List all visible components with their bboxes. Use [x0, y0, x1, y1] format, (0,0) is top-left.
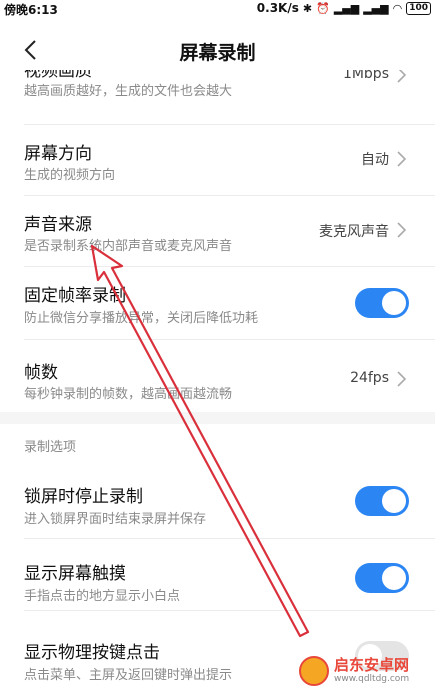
chevron-right-icon: [397, 151, 407, 167]
watermark: 启东安卓网 www.qdltdg.com: [299, 653, 429, 689]
lock-stop-toggle[interactable]: [355, 486, 409, 516]
chevron-right-icon: [397, 222, 407, 238]
fixed-fps-toggle[interactable]: [355, 288, 409, 318]
watermark-text: 启东安卓网 www.qdltdg.com: [334, 657, 409, 685]
toggle-knob: [382, 489, 406, 513]
signal-icon-2: ▂▄▆: [363, 1, 389, 15]
setting-title: 显示屏幕触摸: [24, 564, 126, 584]
setting-title: 固定帧率录制: [24, 286, 126, 306]
watermark-name: 启东安卓网: [334, 656, 410, 674]
status-icons: 0.3K/s ✱ ⏰ ▂▄▆ ▂▄▆ ◠ 100: [257, 1, 431, 15]
settings-list[interactable]: 视频画质 越高画质越好，生成的文件也会越大 1Mbps 屏幕方向 生成的视频方向…: [0, 70, 435, 695]
status-bar: 傍晚6:13 0.3K/s ✱ ⏰ ▂▄▆ ▂▄▆ ◠ 100: [0, 0, 435, 18]
setting-title: 声音来源: [24, 215, 92, 235]
setting-subtitle: 是否录制系统内部声音或麦克风声音: [24, 239, 233, 254]
signal-icon: ▂▄▆: [333, 1, 360, 15]
setting-subtitle: 手指点击的地方显示小白点: [24, 589, 181, 604]
setting-lock-stop[interactable]: 锁屏时停止录制 进入锁屏界面时结束录屏并保存: [0, 468, 435, 538]
setting-fps[interactable]: 帧数 每秒钟录制的帧数，越高画面越流畅 24fps: [0, 340, 435, 412]
network-speed: 0.3K/s: [256, 1, 299, 15]
setting-title: 锁屏时停止录制: [24, 487, 143, 507]
setting-title: 显示物理按键点击: [24, 643, 160, 663]
alarm-icon: ⏰: [316, 1, 330, 15]
show-touches-toggle[interactable]: [355, 563, 409, 593]
setting-value: 24fps: [350, 370, 389, 386]
setting-fixed-fps[interactable]: 固定帧率录制 防止微信分享播放异常，关闭后降低功耗: [0, 267, 435, 339]
status-time: 傍晚6:13: [4, 3, 58, 17]
setting-subtitle: 越高画质越好，生成的文件也会越大: [24, 84, 233, 99]
setting-value: 自动: [361, 152, 389, 168]
setting-orientation[interactable]: 屏幕方向 生成的视频方向 自动: [0, 125, 435, 195]
setting-subtitle: 生成的视频方向: [24, 168, 116, 183]
setting-subtitle: 防止微信分享播放异常，关闭后降低功耗: [24, 311, 259, 326]
battery-icon: 100: [406, 1, 431, 15]
setting-show-touches[interactable]: 显示屏幕触摸 手指点击的地方显示小白点: [0, 539, 435, 609]
setting-audio-source[interactable]: 声音来源 是否录制系统内部声音或麦克风声音 麦克风声音: [0, 196, 435, 266]
section-gap: [0, 412, 435, 424]
setting-bitrate[interactable]: 视频画质 越高画质越好，生成的文件也会越大 1Mbps: [0, 70, 435, 112]
setting-subtitle: 进入锁屏界面时结束录屏并保存: [24, 512, 207, 527]
setting-title: 帧数: [24, 363, 58, 383]
wifi-icon: ◠: [392, 1, 403, 15]
setting-value: 1Mbps: [342, 70, 389, 82]
setting-subtitle: 每秒钟录制的帧数，越高画面越流畅: [24, 387, 233, 402]
chevron-right-icon: [397, 371, 407, 387]
setting-title: 屏幕方向: [24, 144, 92, 164]
setting-subtitle: 点击菜单、主屏及返回键时弹出提示: [24, 668, 233, 683]
page-title: 屏幕录制: [179, 42, 256, 64]
toggle-knob: [382, 566, 406, 590]
watermark-logo-icon: [299, 656, 329, 686]
bluetooth-icon: ✱: [302, 1, 313, 15]
section-title-record-options: 录制选项: [24, 440, 77, 455]
setting-value: 麦克风声音: [319, 224, 389, 240]
watermark-url: www.qdltdg.com: [334, 674, 410, 684]
toggle-knob: [382, 291, 406, 315]
chevron-right-icon: [397, 70, 407, 83]
